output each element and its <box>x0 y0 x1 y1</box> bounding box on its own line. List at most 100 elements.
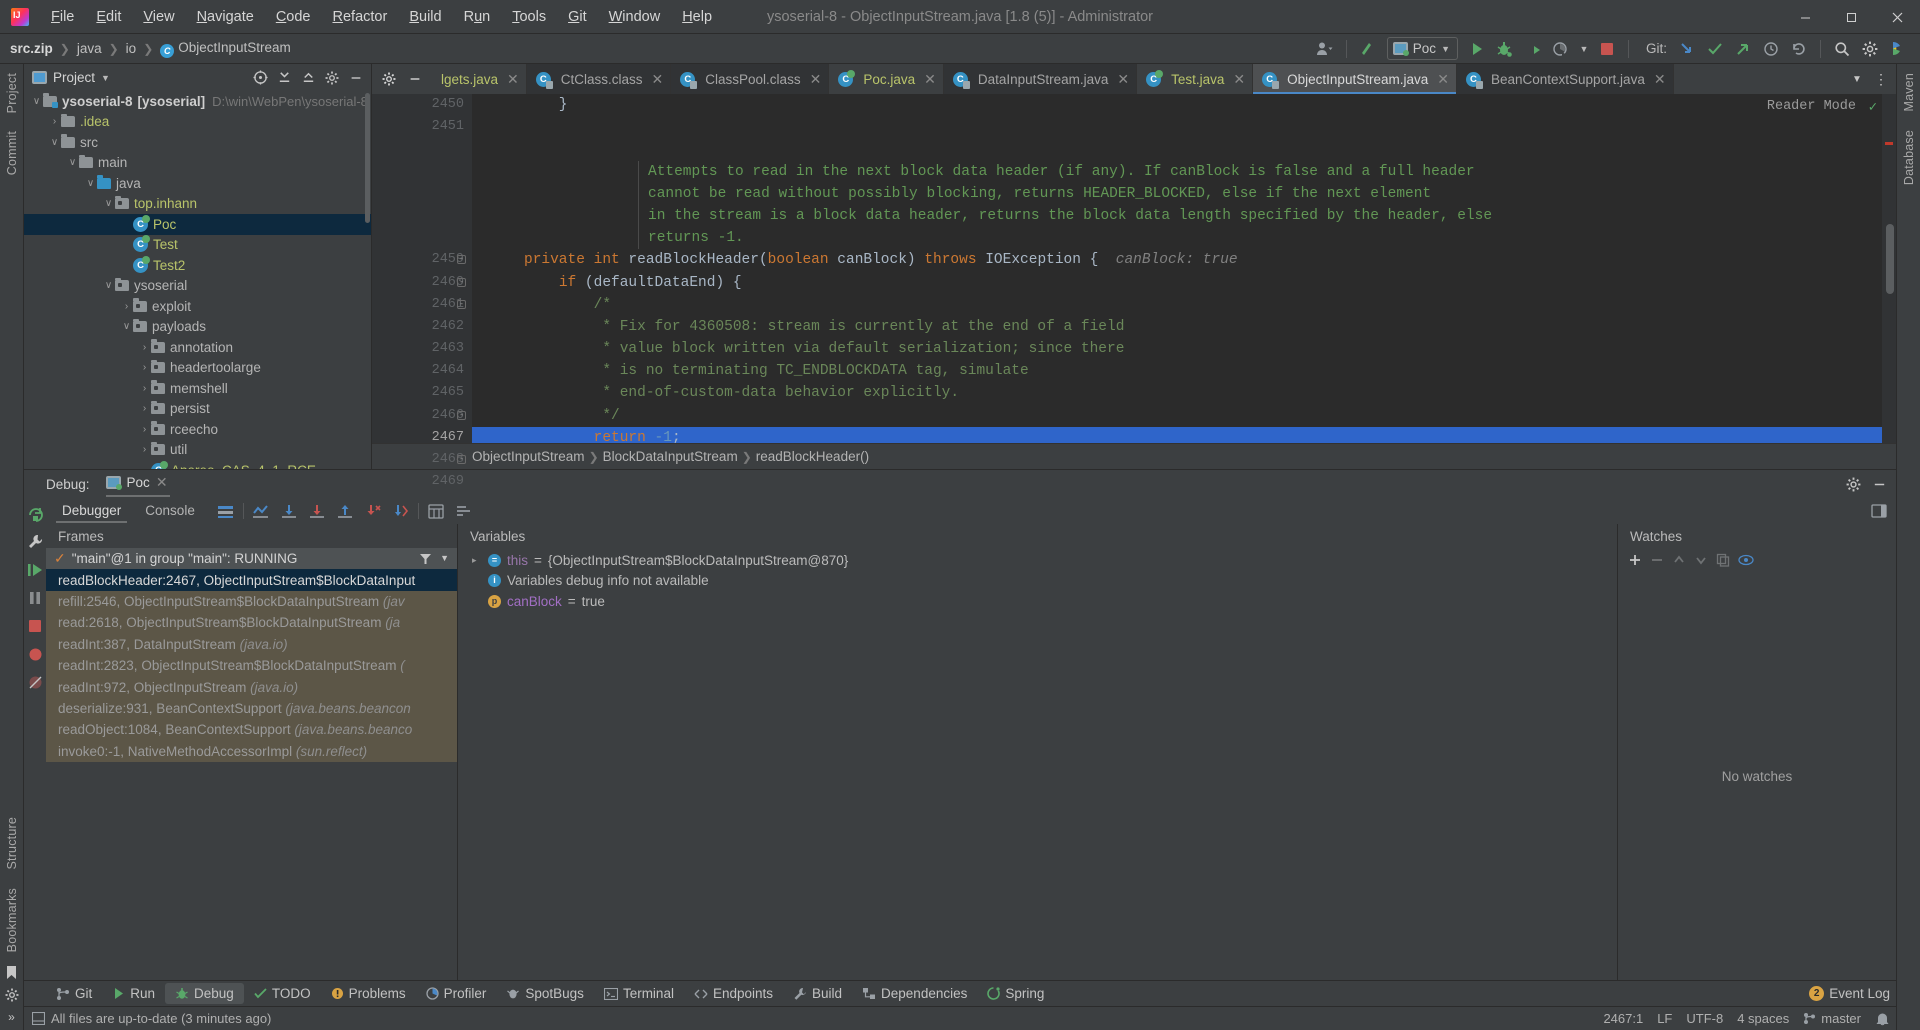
stack-frame-row[interactable]: invoke0:-1, NativeMethodAccessorImpl (su… <box>46 740 457 762</box>
code-line[interactable]: * is no terminating TC_ENDBLOCKDATA tag,… <box>472 360 1882 382</box>
sidebar-tab-structure[interactable]: Structure <box>3 808 21 879</box>
tree-expander-icon[interactable]: › <box>120 301 133 312</box>
view-breakpoints-icon[interactable] <box>25 644 45 664</box>
step-out-icon[interactable] <box>334 501 356 522</box>
code-line[interactable]: return -1; <box>472 426 1882 443</box>
frames-list[interactable]: ✓ "main"@1 in group "main": RUNNING ▼ readB… <box>46 548 457 980</box>
code-text[interactable]: Reader Mode ✓ } Attempts to read in the n… <box>472 94 1882 443</box>
sidebar-tab-bookmarks[interactable]: Bookmarks <box>3 879 21 961</box>
threads-view-icon[interactable] <box>453 501 475 522</box>
tab-options-icon[interactable]: ⋮ <box>1870 69 1892 90</box>
editor-marker-bar[interactable] <box>1882 94 1896 443</box>
rerun-icon[interactable] <box>25 504 45 524</box>
menu-help[interactable]: Help <box>671 6 723 28</box>
notifications-icon[interactable] <box>1875 1012 1890 1026</box>
menu-file[interactable]: File <box>40 6 85 28</box>
user-icon[interactable] <box>1313 38 1337 60</box>
error-marker[interactable] <box>1885 142 1893 145</box>
tool-window-button-build[interactable]: Build <box>783 983 852 1004</box>
menu-refactor[interactable]: Refactor <box>322 6 399 28</box>
variables-list[interactable]: ▸ = this = {ObjectInputStream$BlockDataInput… <box>458 548 1617 980</box>
search-everywhere-icon[interactable] <box>1830 38 1854 60</box>
editor-tab-classpool-class[interactable]: ClassPool.class ✕ <box>671 64 830 94</box>
settings-gear-icon[interactable] <box>321 67 343 88</box>
fold-toggle-icon[interactable]: - <box>457 410 466 420</box>
tree-node-exploit[interactable]: › exploit <box>24 296 371 317</box>
breadcrumb-class[interactable]: ObjectInputStream <box>472 449 585 464</box>
tree-node-headertoolarge[interactable]: › headertoolarge <box>24 358 371 379</box>
breadcrumb-inner-class[interactable]: BlockDataInputStream <box>603 449 738 464</box>
settings-gear-icon[interactable] <box>5 988 19 1010</box>
chevron-down-icon[interactable]: ▼ <box>440 553 449 565</box>
tree-node-payloads[interactable]: ∨ payloads <box>24 317 371 338</box>
menu-window[interactable]: Window <box>598 6 672 28</box>
file-encoding[interactable]: UTF-8 <box>1686 1011 1723 1026</box>
stack-frame-row[interactable]: readBlockHeader:2467, ObjectInputStream$… <box>46 569 457 591</box>
git-history-icon[interactable] <box>1759 38 1783 60</box>
tool-window-button-spotbugs[interactable]: SpotBugs <box>496 983 594 1004</box>
git-commit-icon[interactable] <box>1703 38 1727 60</box>
run-configuration-selector[interactable]: Poc ▼ <box>1386 37 1458 60</box>
tab-debugger[interactable]: Debugger <box>50 500 133 523</box>
editor-tab-objectinputstream-java[interactable]: ObjectInputStream.java ✕ <box>1253 64 1457 94</box>
tree-expander-icon[interactable]: › <box>138 342 151 353</box>
menu-run[interactable]: Run <box>453 6 502 28</box>
evaluate-expression-icon[interactable] <box>425 501 447 522</box>
tree-node-memshell[interactable]: › memshell <box>24 378 371 399</box>
close-icon[interactable]: ✕ <box>1233 71 1245 88</box>
editor-tab-lgets-java[interactable]: lgets.java ✕ <box>432 64 527 94</box>
tree-node-rceecho[interactable]: › rceecho <box>24 419 371 440</box>
updates-icon[interactable] <box>1356 38 1380 60</box>
sidebar-tab-commit[interactable]: Commit <box>3 122 21 184</box>
tab-console[interactable]: Console <box>133 500 207 523</box>
stack-frame-row[interactable]: readInt:2823, ObjectInputStream$BlockDat… <box>46 654 457 677</box>
inspection-ok-icon[interactable]: ✓ <box>1869 99 1877 116</box>
code-line[interactable]: * value block written via default serial… <box>472 338 1882 360</box>
stack-frame-row[interactable]: readInt:387, DataInputStream (java.io) <box>46 633 457 655</box>
doc-line[interactable]: in the stream is a block data header, re… <box>472 205 1882 227</box>
line-number[interactable]: 2469 <box>372 471 472 493</box>
editor-tab-poc-java[interactable]: Poc.java ✕ <box>829 64 944 94</box>
tool-window-button-todo[interactable]: TODO <box>244 983 321 1004</box>
inspect-watch-icon[interactable] <box>1738 554 1754 566</box>
tree-node-test2[interactable]: Test2 <box>24 255 371 276</box>
menu-build[interactable]: Build <box>398 6 452 28</box>
hide-editor-tabs-icon[interactable] <box>404 69 426 90</box>
step-into-icon[interactable] <box>306 501 328 522</box>
tool-window-button-profiler[interactable]: Profiler <box>416 983 497 1004</box>
caret-position[interactable]: 2467:1 <box>1603 1011 1643 1026</box>
stack-frame-row[interactable]: readInt:972, ObjectInputStream (java.io) <box>46 676 457 698</box>
close-icon[interactable]: ✕ <box>1437 71 1449 88</box>
git-push-icon[interactable] <box>1731 38 1755 60</box>
fold-toggle-icon[interactable]: - <box>457 277 466 287</box>
run-with-coverage-icon[interactable] <box>1521 38 1545 60</box>
breadcrumb-item-3[interactable]: C ObjectInputStream <box>156 38 295 60</box>
indent-setting[interactable]: 4 spaces <box>1737 1011 1789 1026</box>
status-info-icon[interactable] <box>32 1012 45 1025</box>
menu-edit[interactable]: Edit <box>85 6 132 28</box>
reader-mode-label[interactable]: Reader Mode <box>1767 99 1856 114</box>
menu-tools[interactable]: Tools <box>501 6 557 28</box>
stack-frame-row[interactable]: readObject:1084, BeanContextSupport (jav… <box>46 719 457 741</box>
close-icon[interactable]: ✕ <box>652 71 664 88</box>
project-scrollbar[interactable] <box>365 93 370 223</box>
tree-expander-icon[interactable]: ∨ <box>30 96 43 107</box>
close-icon[interactable]: ✕ <box>156 474 168 491</box>
project-tree[interactable]: ∨ ysoserial-8 [ysoserial] D:\win\WebPen\yso… <box>24 91 371 469</box>
tool-window-button-terminal[interactable]: Terminal <box>594 983 684 1004</box>
tree-node-java[interactable]: ∨ java <box>24 173 371 194</box>
mute-breakpoints-icon[interactable] <box>25 672 45 692</box>
tree-node-src[interactable]: ∨ src <box>24 132 371 153</box>
tree-expander-icon[interactable]: › <box>138 362 151 373</box>
git-branch-widget[interactable]: master <box>1803 1011 1861 1026</box>
move-watch-up-icon[interactable] <box>1672 553 1686 567</box>
run-to-cursor-icon[interactable] <box>390 501 412 522</box>
editor-scrollbar-thumb[interactable] <box>1886 224 1894 294</box>
variable-row[interactable]: i Variables debug info not available <box>458 571 1617 592</box>
menu-navigate[interactable]: Navigate <box>186 6 265 28</box>
settings-gear-icon[interactable] <box>1858 38 1882 60</box>
code-line[interactable] <box>472 138 1882 160</box>
stack-frame-row[interactable]: read:2618, ObjectInputStream$BlockDataIn… <box>46 612 457 634</box>
tree-node-persist[interactable]: › persist <box>24 399 371 420</box>
breadcrumb-item-1[interactable]: java <box>73 39 106 58</box>
